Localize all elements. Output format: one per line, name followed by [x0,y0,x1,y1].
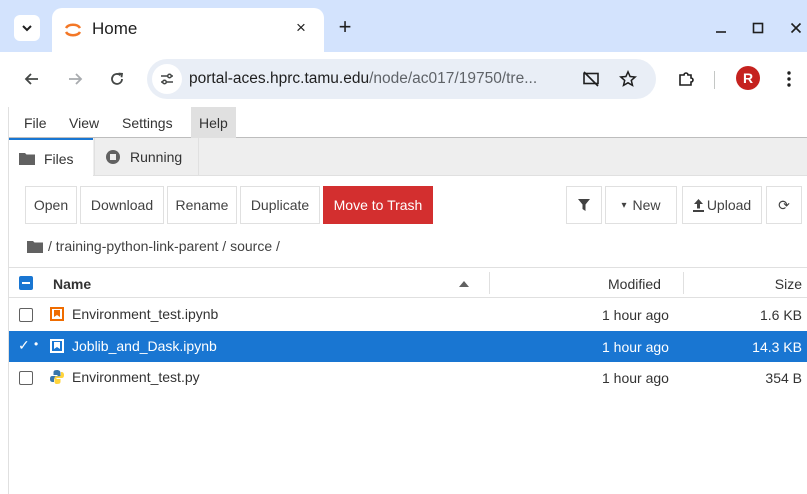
tab-running[interactable]: Running [94,138,199,176]
reload-icon [111,72,124,85]
star-icon [619,70,637,87]
file-modified: 1 hour ago [602,339,669,355]
home-folder-icon[interactable] [27,240,43,253]
running-icon [105,149,121,165]
column-divider[interactable] [489,272,490,294]
download-button[interactable]: Download [80,186,164,224]
file-size: 354 B [765,370,802,386]
file-size: 1.6 KB [759,307,802,323]
arrow-left-icon [24,73,38,85]
new-tab-button[interactable]: + [333,14,357,39]
side-panel-tabs: Files Running [9,138,807,177]
caret-down-icon: ▾ [621,199,627,211]
file-browser-toolbar: Open Download Rename Duplicate Move to T… [9,176,807,234]
new-label: New [632,197,661,213]
refresh-button[interactable]: ⟳ [766,186,802,224]
menu-help[interactable]: Help [191,107,236,138]
browser-toolbar: portal-aces.hprc.tamu.edu/node/ac017/197… [0,52,807,107]
notebook-icon [50,339,64,353]
row-checkbox[interactable] [19,371,33,385]
tune-icon [161,73,173,85]
move-to-trash-button[interactable]: Move to Trash [323,186,433,224]
menu-file[interactable]: File [24,115,47,131]
check-icon[interactable]: ✓ [18,337,30,354]
modified-dot-icon: • [34,337,39,351]
tab-search-button[interactable] [14,15,40,41]
column-modified-header[interactable]: Modified [608,276,661,292]
tab-running-label: Running [130,149,183,165]
filter-button[interactable] [566,186,602,224]
close-icon [790,22,802,34]
chrome-menu-button[interactable] [776,66,802,92]
extensions-button[interactable] [673,66,699,92]
chevron-down-icon [22,25,32,32]
url-host: portal-aces.hprc.tamu.edu [189,70,370,87]
file-name: Environment_test.ipynb [72,306,219,322]
tab-files-label: Files [44,150,74,167]
folder-icon [19,152,35,165]
rename-button[interactable]: Rename [167,186,237,224]
jupyter-favicon-icon [64,23,82,37]
toolbar-divider [714,71,715,89]
site-info-button[interactable] [152,64,182,94]
bookmark-button[interactable] [617,68,639,90]
breadcrumb-path[interactable]: / training-python-link-parent / source / [48,238,280,254]
minimize-icon [716,31,726,33]
url-path: /node/ac017/19750/tre... [369,70,538,87]
duplicate-button[interactable]: Duplicate [240,186,320,224]
url-text[interactable]: portal-aces.hprc.tamu.edu/node/ac017/197… [189,70,574,88]
file-size: 14.3 KB [752,339,802,355]
profile-avatar[interactable]: R [736,66,760,90]
upload-icon [692,198,704,212]
no-cast-button[interactable] [580,68,602,90]
file-row[interactable]: Environment_test.py 1 hour ago 354 B [9,362,807,393]
new-launcher-button[interactable]: ▾ New [605,186,677,224]
back-button[interactable] [19,66,45,92]
browser-tab-strip: Home × + [0,0,807,52]
upload-label: Upload [706,197,752,213]
tab-files[interactable]: Files [9,138,93,177]
filter-icon [578,199,590,211]
python-icon [50,370,64,384]
upload-button[interactable]: Upload [682,186,762,224]
forward-button[interactable] [62,66,88,92]
file-list-header: Name Modified Size [9,267,807,298]
file-modified: 1 hour ago [602,370,669,386]
select-all-checkbox[interactable] [19,276,33,290]
notebook-icon [50,307,64,321]
column-divider[interactable] [683,272,684,294]
screen-off-icon [583,71,599,87]
column-size-header[interactable]: Size [775,276,802,292]
file-modified: 1 hour ago [602,307,669,323]
browser-tab-home[interactable]: Home × [52,8,324,52]
sort-ascending-icon [459,281,469,287]
more-vert-icon [787,71,791,87]
minimize-button[interactable] [709,16,733,40]
menu-settings[interactable]: Settings [122,115,173,131]
file-row[interactable]: ✓ • Joblib_and_Dask.ipynb 1 hour ago 14.… [9,331,807,362]
breadcrumb: / training-python-link-parent / source / [27,237,280,255]
column-name-header[interactable]: Name [53,276,91,292]
file-name: Joblib_and_Dask.ipynb [72,338,217,354]
row-checkbox[interactable] [19,308,33,322]
reload-button[interactable] [104,66,130,92]
jupyterlab-app: File View Settings Help Files Running Op… [8,107,807,494]
file-name: Environment_test.py [72,369,200,385]
address-bar[interactable]: portal-aces.hprc.tamu.edu/node/ac017/197… [147,59,656,99]
arrow-right-icon [69,73,83,85]
maximize-button[interactable] [746,16,770,40]
maximize-icon [752,22,764,34]
close-window-button[interactable] [784,16,807,40]
tab-title: Home [92,19,138,38]
menu-bar: File View Settings Help [9,107,807,138]
tab-close-button[interactable]: × [290,17,312,39]
open-button[interactable]: Open [25,186,77,224]
puzzle-icon [679,72,694,86]
menu-view[interactable]: View [69,115,99,131]
file-row[interactable]: Environment_test.ipynb 1 hour ago 1.6 KB [9,299,807,330]
